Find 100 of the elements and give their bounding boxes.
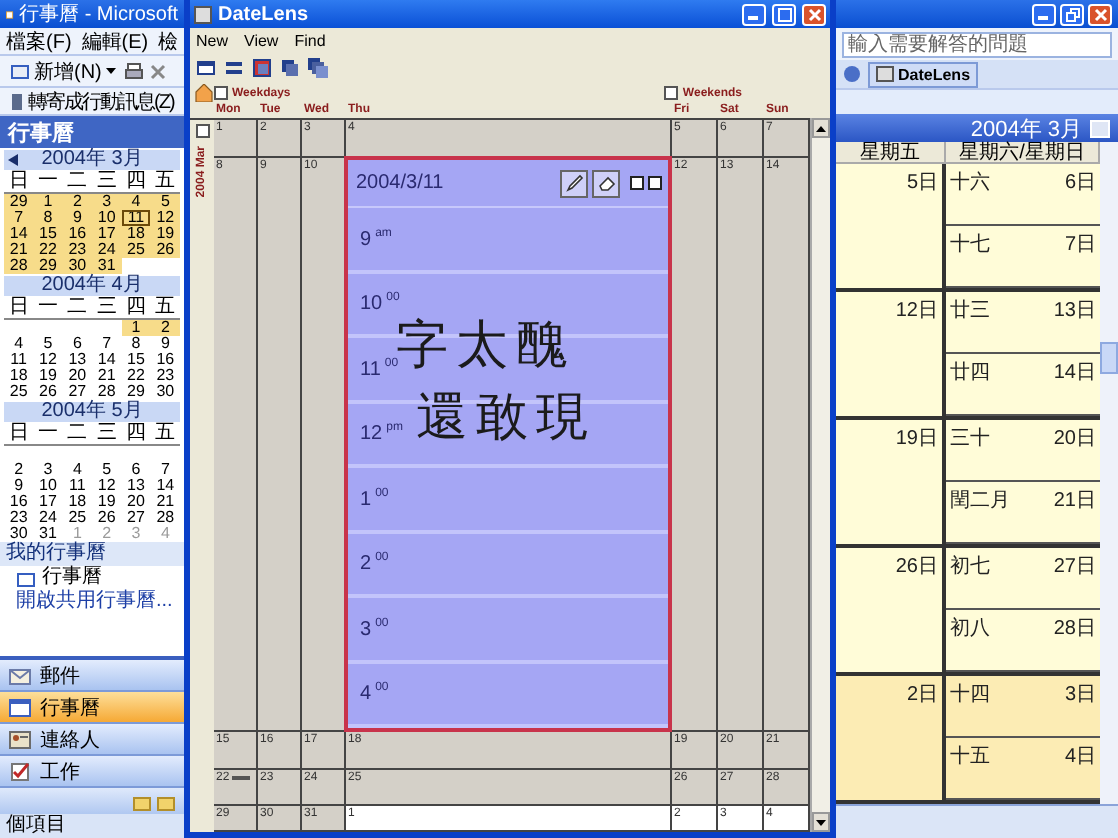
maximize-button[interactable] bbox=[772, 3, 796, 25]
calendar-day[interactable]: 24 bbox=[92, 242, 122, 258]
calendar-day[interactable]: 23 bbox=[62, 242, 92, 258]
calendar-day[interactable]: 16 bbox=[62, 226, 92, 242]
calendar-day[interactable]: 19 bbox=[92, 494, 122, 510]
close-button[interactable] bbox=[1088, 3, 1112, 25]
menu-item[interactable]: New bbox=[196, 31, 229, 49]
restore-button[interactable] bbox=[1060, 3, 1084, 25]
calendar-day[interactable]: 22 bbox=[33, 242, 63, 258]
square-icon[interactable] bbox=[630, 176, 644, 190]
calendar-day[interactable]: 3 bbox=[33, 462, 63, 478]
help-icon[interactable] bbox=[842, 64, 862, 84]
pages-icon[interactable] bbox=[280, 58, 300, 78]
calendar-day[interactable]: 21 bbox=[92, 368, 122, 384]
calendar-day[interactable]: 23 bbox=[150, 368, 180, 384]
previous-arrow-icon[interactable] bbox=[8, 154, 18, 166]
calendar-day[interactable]: 1 bbox=[33, 194, 63, 210]
calendar-day[interactable]: 28 bbox=[150, 510, 180, 526]
calendar-day[interactable]: 17 bbox=[33, 494, 63, 510]
calendar-day[interactable]: 29 bbox=[4, 194, 34, 210]
calendar-day[interactable]: 5 bbox=[33, 336, 63, 352]
nav-button[interactable]: 連絡人 bbox=[0, 724, 184, 756]
calendar-day[interactable]: 30 bbox=[4, 526, 34, 542]
square-icon[interactable] bbox=[648, 176, 662, 190]
stacked-pages-icon[interactable] bbox=[308, 58, 328, 78]
calendar-day[interactable]: 15 bbox=[33, 226, 63, 242]
day-cell[interactable]: 十五 4日 bbox=[946, 738, 1100, 800]
minimize-button[interactable] bbox=[742, 3, 766, 25]
window-icon[interactable] bbox=[196, 58, 216, 78]
datelens-button[interactable]: DateLens bbox=[868, 61, 979, 87]
calendar-day[interactable]: 6 bbox=[121, 462, 151, 478]
calendar-day[interactable]: 26 bbox=[33, 384, 63, 400]
calendar-day[interactable]: 12 bbox=[33, 352, 63, 368]
menu-item[interactable]: 檔案(F) bbox=[6, 27, 72, 55]
scrollbar[interactable] bbox=[810, 118, 830, 832]
nav-button[interactable]: 工作 bbox=[0, 756, 184, 788]
calendar-day[interactable]: 3 bbox=[92, 194, 122, 210]
day-cell[interactable]: 初八 28日 bbox=[946, 610, 1100, 672]
calendar-day[interactable]: 29 bbox=[33, 258, 63, 274]
printer-icon[interactable] bbox=[123, 61, 144, 81]
calendar-day[interactable]: 7 bbox=[92, 336, 122, 352]
calendar-day[interactable]: 16 bbox=[4, 494, 34, 510]
pen-button[interactable] bbox=[560, 169, 588, 197]
calendar-day[interactable]: 12 bbox=[92, 478, 122, 494]
calendar-day[interactable]: 14 bbox=[92, 352, 122, 368]
calendar-day[interactable]: 10 bbox=[92, 210, 122, 226]
calendar-day[interactable]: 8 bbox=[33, 210, 63, 226]
calendar-day[interactable]: 25 bbox=[4, 384, 34, 400]
up-arrow-icon[interactable] bbox=[816, 125, 826, 131]
menu-item[interactable]: Find bbox=[294, 31, 326, 49]
calendar-day[interactable]: 20 bbox=[62, 368, 92, 384]
day-cell[interactable]: 廿三 13日 bbox=[946, 292, 1100, 354]
calendar-day[interactable]: 19 bbox=[150, 226, 180, 242]
calendar-day[interactable]: 18 bbox=[121, 226, 151, 242]
down-arrow-icon[interactable] bbox=[816, 819, 826, 825]
calendar-day[interactable]: 14 bbox=[150, 478, 180, 494]
calendar-day[interactable]: 22 bbox=[121, 368, 151, 384]
day-cell[interactable]: 閏二月 21日 bbox=[946, 482, 1100, 544]
calendar-day[interactable]: 15 bbox=[121, 352, 151, 368]
calendar-day[interactable]: 30 bbox=[62, 258, 92, 274]
calendar-day[interactable]: 8 bbox=[121, 336, 151, 352]
calendar-day[interactable]: 19 bbox=[33, 368, 63, 384]
calendar-day[interactable]: 20 bbox=[121, 494, 151, 510]
nav-button[interactable]: 行事曆 bbox=[0, 692, 184, 724]
day-cell[interactable]: 2日 bbox=[836, 676, 946, 804]
day-cell[interactable]: 初七 27日 bbox=[946, 548, 1100, 610]
calendar-day[interactable]: 25 bbox=[121, 242, 151, 258]
calendar-day[interactable]: 9 bbox=[4, 478, 34, 494]
day-cell[interactable]: 十七 7日 bbox=[946, 226, 1100, 288]
calendar-day[interactable]: 2 bbox=[4, 462, 34, 478]
calendar-day[interactable]: 24 bbox=[33, 510, 63, 526]
calendar-day[interactable]: 14 bbox=[4, 226, 34, 242]
day-cell[interactable]: 19日 bbox=[836, 420, 946, 548]
calendar-day[interactable]: 27 bbox=[62, 384, 92, 400]
calendar-day[interactable]: 5 bbox=[150, 194, 180, 210]
nav-button[interactable]: 郵件 bbox=[0, 660, 184, 692]
calendar-day[interactable]: 9 bbox=[62, 210, 92, 226]
calendar-day[interactable]: 1 bbox=[121, 320, 151, 336]
close-button[interactable] bbox=[802, 3, 826, 25]
calendar-day[interactable]: 2 bbox=[150, 320, 180, 336]
calendar-day[interactable]: 12 bbox=[150, 210, 180, 226]
close-icon[interactable] bbox=[147, 61, 168, 81]
calendar-day[interactable]: 29 bbox=[121, 384, 151, 400]
calendar-day[interactable]: 11 bbox=[62, 478, 92, 494]
calendar-day[interactable]: 23 bbox=[4, 510, 34, 526]
calendar-day[interactable]: 7 bbox=[150, 462, 180, 478]
calendar-day[interactable]: 13 bbox=[121, 478, 151, 494]
calendar-day[interactable]: 26 bbox=[150, 242, 180, 258]
calendar-day[interactable]: 26 bbox=[92, 510, 122, 526]
calendar-day[interactable]: 4 bbox=[121, 194, 151, 210]
calendar-day[interactable]: 25 bbox=[62, 510, 92, 526]
menu-item[interactable]: 編輯(E) bbox=[81, 27, 149, 55]
minimize-button[interactable] bbox=[1032, 3, 1056, 25]
calendar-day[interactable]: 31 bbox=[33, 526, 63, 542]
calendar-day[interactable]: 4 bbox=[4, 336, 34, 352]
eraser-button[interactable] bbox=[592, 169, 620, 197]
rows-icon[interactable] bbox=[224, 58, 244, 78]
day-cell[interactable]: 5日 bbox=[836, 164, 946, 292]
day-cell[interactable]: 廿四 14日 bbox=[946, 354, 1100, 416]
day-cell[interactable]: 十四 3日 bbox=[946, 676, 1100, 738]
